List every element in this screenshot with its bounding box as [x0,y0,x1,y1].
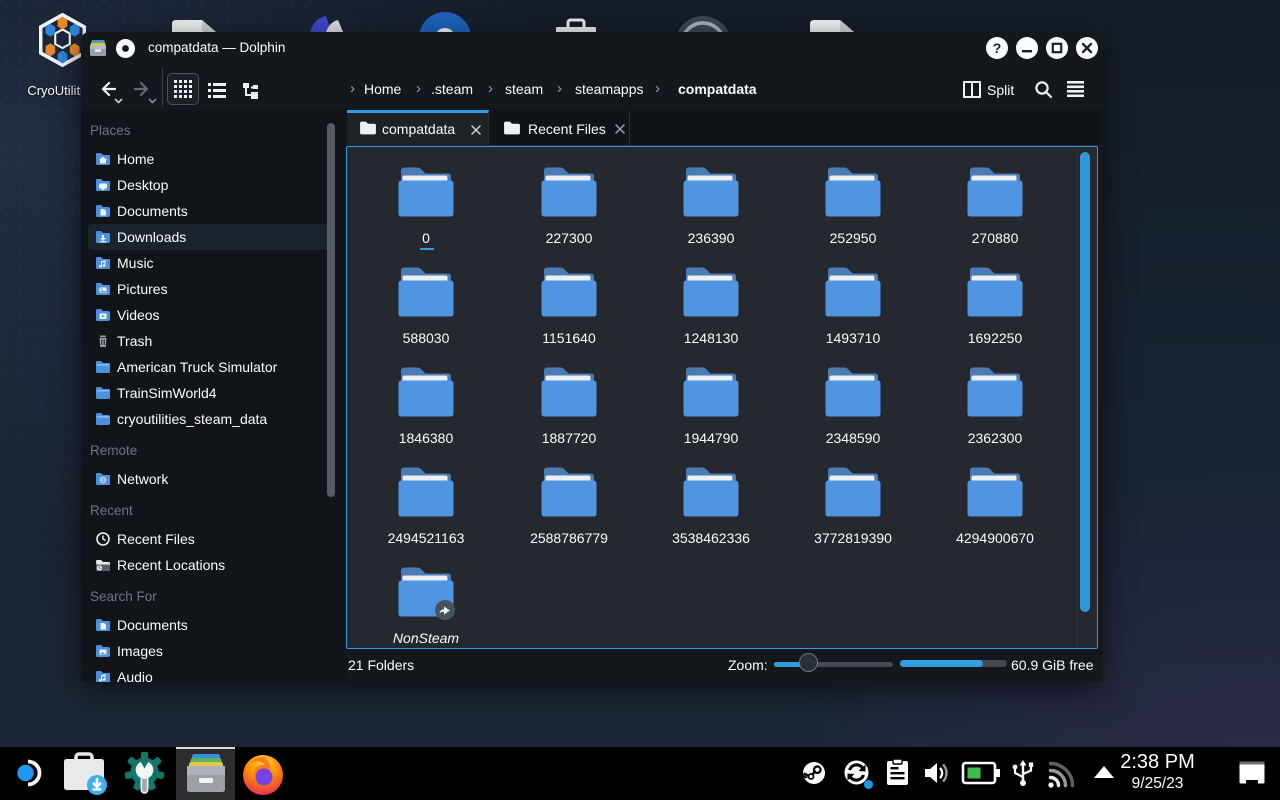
svg-text:?: ? [993,40,1002,56]
